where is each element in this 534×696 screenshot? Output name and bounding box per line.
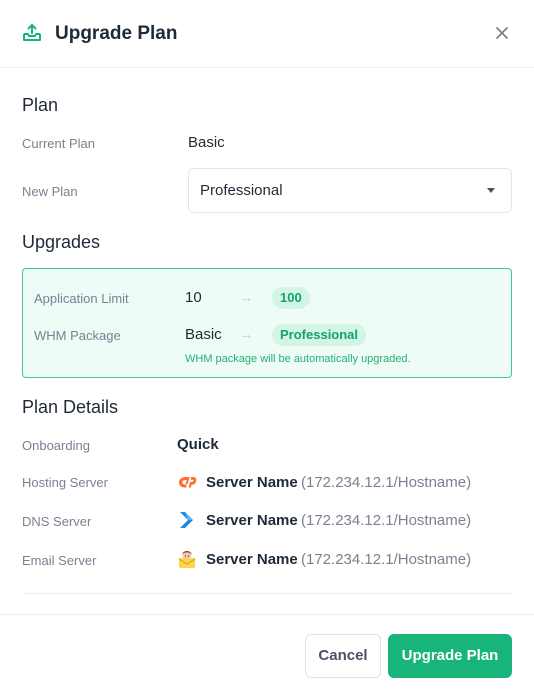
current-plan-value: Basic: [188, 134, 225, 151]
section-divider: [22, 593, 512, 594]
whm-package-from: Basic: [185, 326, 222, 343]
hosting-server-name: Server Name: [206, 474, 298, 491]
dns-server-label: DNS Server: [22, 514, 92, 529]
hosting-server-label: Hosting Server: [22, 475, 108, 490]
close-icon[interactable]: [495, 26, 509, 40]
new-plan-label: New Plan: [22, 184, 78, 199]
email-server-label: Email Server: [22, 553, 97, 568]
footer-divider: [0, 614, 534, 615]
email-server-name: Server Name: [206, 551, 298, 568]
new-plan-select[interactable]: Professional: [188, 168, 512, 213]
arrow-right-icon: →: [239, 289, 253, 305]
whm-package-label: WHM Package: [34, 328, 121, 343]
email-server-icon: [178, 551, 196, 568]
upgrades-summary-box: Application Limit 10 → 100 WHM Package B…: [22, 268, 512, 378]
application-limit-label: Application Limit: [34, 291, 129, 306]
plan-details-section-title: Plan Details: [22, 397, 119, 417]
arrow-right-icon: →: [239, 326, 253, 342]
modal-title: Upgrade Plan: [55, 23, 178, 44]
onboarding-label: Onboarding: [22, 438, 90, 453]
whm-upgrade-note: WHM package will be automatically upgrad…: [185, 353, 411, 365]
hosting-server-host: (172.234.12.1/Hostname): [301, 474, 472, 491]
onboarding-value: Quick: [177, 436, 219, 453]
application-limit-to-badge: 100: [272, 287, 310, 309]
caret-down-icon: [487, 188, 495, 193]
new-plan-selected-value: Professional: [200, 182, 283, 199]
upgrade-plan-button[interactable]: Upgrade Plan: [388, 634, 512, 678]
modal-header: Upgrade Plan: [0, 0, 534, 68]
application-limit-from: 10: [185, 289, 202, 306]
cancel-button[interactable]: Cancel: [305, 634, 381, 678]
dns-server-host: (172.234.12.1/Hostname): [301, 512, 472, 529]
cpanel-icon: [179, 477, 197, 488]
dns-chevron-icon: [180, 512, 193, 528]
dns-server-name: Server Name: [206, 512, 298, 529]
whm-package-to-badge: Professional: [272, 324, 367, 346]
current-plan-label: Current Plan: [22, 136, 95, 151]
upgrades-section-title: Upgrades: [22, 232, 101, 252]
plan-section-title: Plan: [22, 95, 59, 115]
email-server-host: (172.234.12.1/Hostname): [301, 551, 472, 568]
upgrade-tray-icon: [23, 24, 41, 41]
